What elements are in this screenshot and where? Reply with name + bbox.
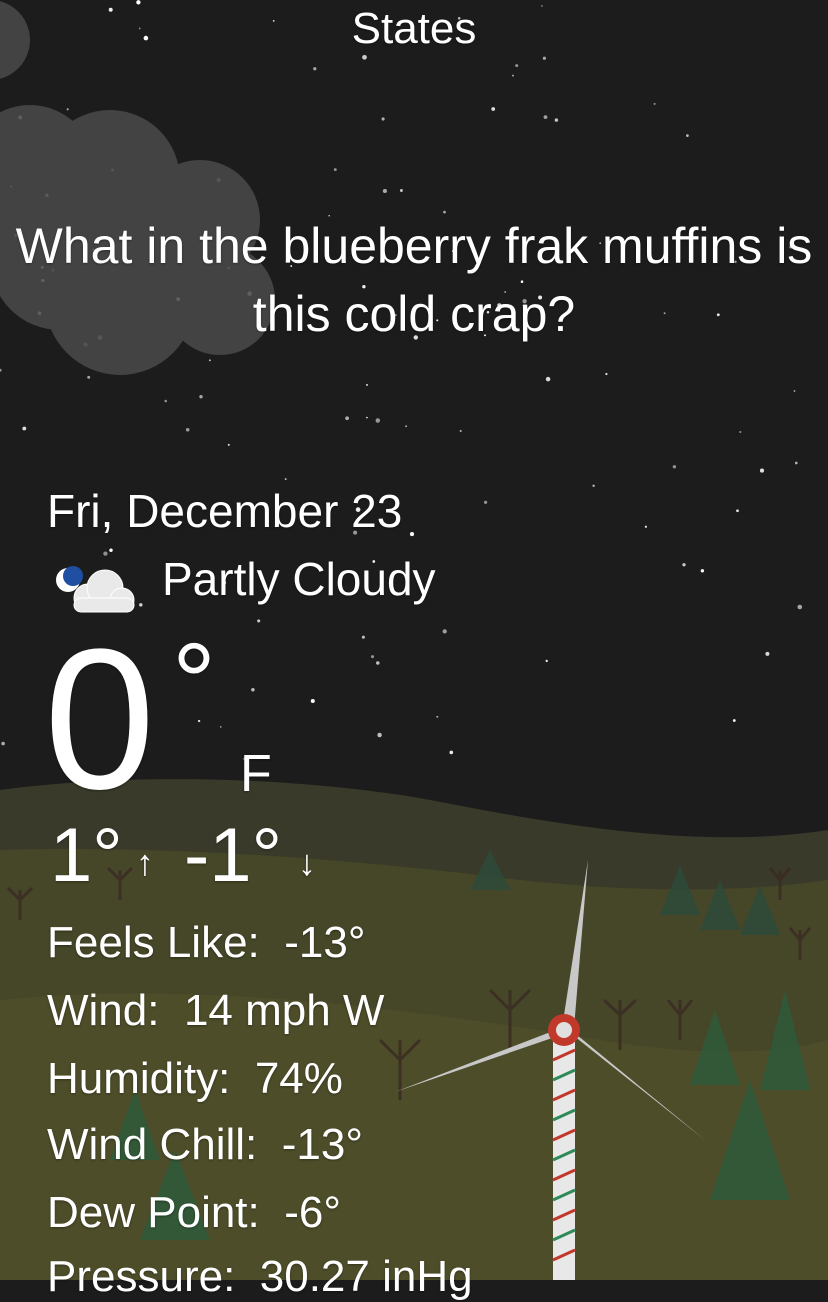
down-arrow-icon: ↓ <box>298 842 316 883</box>
detail-value: -13° <box>281 1120 363 1169</box>
detail-label: Wind: <box>47 986 160 1035</box>
detail-label: Dew Point: <box>47 1188 260 1237</box>
high-temperature: 1° <box>50 813 123 898</box>
weather-headline: What in the blueberry frak muffins is th… <box>15 218 813 342</box>
detail-value: 14 mph W <box>183 986 385 1035</box>
detail-label: Pressure: <box>47 1252 236 1301</box>
detail-value: -6° <box>284 1188 341 1237</box>
condition-label: Partly Cloudy <box>162 553 436 605</box>
detail-wind-chill: Wind Chill: -13° <box>47 1120 363 1170</box>
detail-value: 74% <box>254 1054 343 1103</box>
condition-row: Partly Cloudy <box>50 552 550 616</box>
current-temperature: 0 <box>44 608 155 831</box>
location-title: States <box>351 4 477 53</box>
detail-humidity: Humidity: 74% <box>47 1054 343 1104</box>
detail-feels-like: Feels Like: -13° <box>47 918 365 968</box>
detail-dew-point: Dew Point: -6° <box>47 1188 341 1238</box>
detail-label: Wind Chill: <box>47 1120 258 1169</box>
detail-label: Humidity: <box>47 1054 231 1103</box>
up-arrow-icon: ↑ <box>136 842 154 883</box>
detail-value: 30.27 inHg <box>259 1252 473 1301</box>
partly-cloudy-night-icon <box>56 566 135 613</box>
low-temperature: -1° <box>184 813 282 898</box>
detail-pressure: Pressure: 30.27 inHg <box>47 1252 473 1302</box>
temperature-unit: F <box>240 745 272 803</box>
detail-label: Feels Like: <box>47 918 260 967</box>
detail-value: -13° <box>284 918 366 967</box>
forecast-date: Fri, December 23 <box>47 485 403 537</box>
detail-wind: Wind: 14 mph W <box>47 986 384 1036</box>
degree-symbol: ° <box>172 621 216 744</box>
